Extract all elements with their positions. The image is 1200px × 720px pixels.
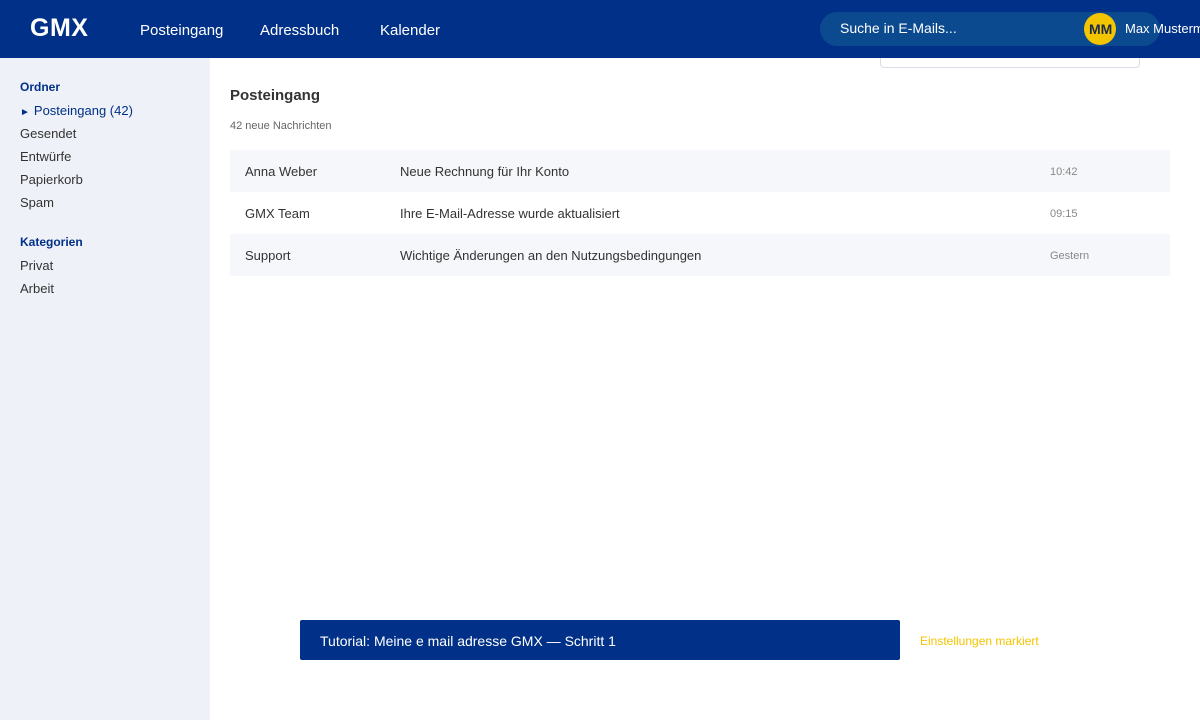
gmx-logo[interactable]: GMX <box>30 14 88 43</box>
list-item[interactable]: Support Wichtige Änderungen an den Nutzu… <box>230 234 1170 276</box>
tutorial-label: Tutorial: Meine e mail adresse GMX — Sch… <box>320 633 616 649</box>
search-input[interactable] <box>840 20 1080 36</box>
mail-time: Gestern <box>1050 250 1090 262</box>
mail-sender: Anna Weber <box>245 164 318 179</box>
sidebar-item-label: Posteingang (42) <box>33 103 133 118</box>
unread-count: 42 neue Nachrichten <box>230 120 332 132</box>
mail-subject: Wichtige Änderungen an den Nutzungsbedin… <box>400 248 702 263</box>
nav-posteingang[interactable]: Posteingang <box>140 22 223 39</box>
list-item[interactable]: Anna Weber Neue Rechnung für Ihr Konto 1… <box>230 150 1170 192</box>
mail-sender: Support <box>245 248 291 263</box>
settings-hint: Einstellungen markiert <box>920 634 1039 648</box>
categories-heading: Kategorien <box>20 235 83 249</box>
nav-kalender[interactable]: Kalender <box>380 22 440 39</box>
mail-time: 10:42 <box>1050 166 1078 178</box>
triangle-right-icon: ► <box>20 107 30 118</box>
sidebar-item-entwuerfe[interactable]: Entwürfe <box>20 149 71 164</box>
top-bar: GMX Posteingang Adressbuch Kalender MM M… <box>0 0 1200 58</box>
sidebar-item-gesendet[interactable]: Gesendet <box>20 126 76 141</box>
sidebar-item-papierkorb[interactable]: Papierkorb <box>20 172 83 187</box>
mail-subject: Neue Rechnung für Ihr Konto <box>400 164 570 179</box>
avatar[interactable]: MM <box>1084 13 1116 45</box>
nav-adressbuch[interactable]: Adressbuch <box>260 22 339 39</box>
user-name[interactable]: Max Mustermann <box>1125 21 1200 36</box>
mail-subject: Ihre E-Mail-Adresse wurde aktualisiert <box>400 206 620 221</box>
tutorial-banner[interactable]: Tutorial: Meine e mail adresse GMX — Sch… <box>300 620 900 660</box>
folders-heading: Ordner <box>20 80 61 94</box>
search-dropdown-edge <box>880 58 1140 68</box>
mail-time: 09:15 <box>1050 208 1078 220</box>
list-item[interactable]: GMX Team Ihre E-Mail-Adresse wurde aktua… <box>230 192 1170 234</box>
sidebar-item-posteingang[interactable]: ► Posteingang (42) <box>20 103 133 118</box>
sidebar-item-arbeit[interactable]: Arbeit <box>20 281 54 296</box>
sidebar-item-privat[interactable]: Privat <box>20 258 53 273</box>
page-title: Posteingang <box>230 87 321 104</box>
mail-sender: GMX Team <box>245 206 310 221</box>
sidebar: Ordner ► Posteingang (42) Gesendet Entwür… <box>0 58 210 720</box>
sidebar-item-spam[interactable]: Spam <box>20 195 54 210</box>
